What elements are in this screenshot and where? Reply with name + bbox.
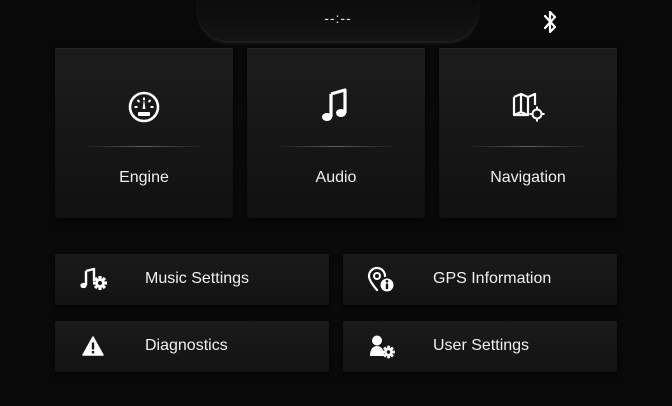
diagnostics-button[interactable]: Diagnostics: [55, 321, 329, 372]
music-settings-icon: [80, 267, 107, 290]
navigation-tile[interactable]: Navigation: [439, 48, 617, 218]
status-bar: --:--: [198, 0, 478, 42]
audio-tile[interactable]: Audio: [247, 48, 425, 218]
music-note-icon: [322, 88, 347, 121]
tile-label: Engine: [119, 169, 169, 186]
tile-label: Audio: [315, 169, 357, 186]
user-settings-button[interactable]: User Settings: [343, 321, 617, 372]
row-label: Music Settings: [145, 270, 250, 287]
music-settings-button[interactable]: Music Settings: [55, 254, 329, 305]
row-label: GPS Information: [433, 270, 552, 287]
row-label: User Settings: [433, 337, 530, 354]
tile-label: Navigation: [490, 169, 566, 186]
gauge-icon: [128, 91, 160, 123]
divider: [467, 146, 589, 147]
home-screen: --:-- Engine Audio Navigation Music Sett…: [0, 0, 672, 406]
divider: [275, 146, 397, 147]
row-label: Diagnostics: [145, 337, 228, 354]
warning-icon: [82, 336, 104, 356]
map-icon: [512, 92, 545, 122]
gps-info-icon: [367, 266, 394, 292]
divider: [83, 146, 205, 147]
engine-tile[interactable]: Engine: [55, 48, 233, 218]
clock: --:--: [324, 10, 352, 26]
gps-information-button[interactable]: GPS Information: [343, 254, 617, 305]
user-settings-icon: [370, 335, 395, 359]
bluetooth-icon: [543, 10, 557, 34]
